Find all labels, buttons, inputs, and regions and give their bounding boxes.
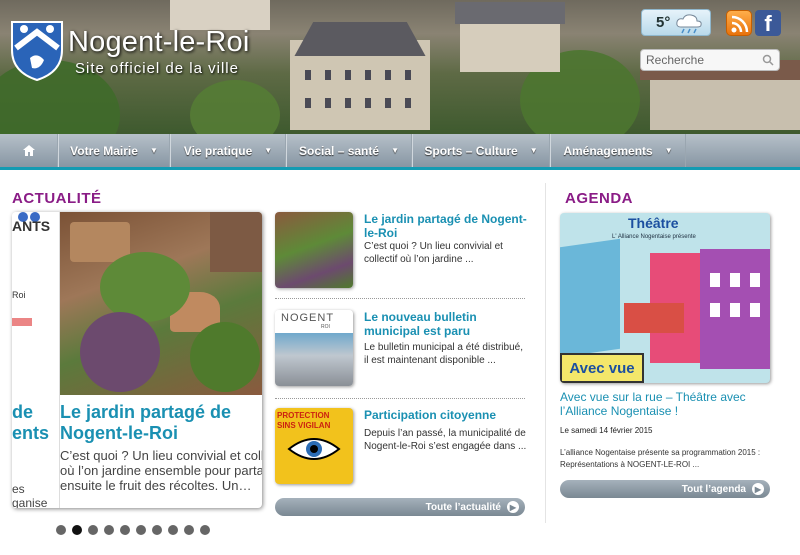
weather-widget[interactable]: 5° — [641, 9, 711, 36]
agenda-event-date: Le samedi 14 février 2015 — [560, 426, 653, 435]
slider-dot[interactable] — [120, 525, 130, 535]
eye-icon — [287, 438, 341, 460]
chevron-down-icon: ▼ — [149, 146, 158, 155]
search-icon[interactable] — [762, 54, 774, 66]
thumbnail-text: ROI — [321, 324, 330, 330]
chevron-down-icon: ▼ — [391, 146, 399, 155]
news-item[interactable]: Le jardin partagé de Nogent-le-Roi C’est… — [275, 212, 527, 292]
rss-icon — [731, 15, 749, 33]
prev-slide-text: Roi — [12, 290, 26, 300]
main-navigation: Votre Mairie ▼ Vie pratique ▼ Social – san… — [0, 134, 800, 170]
home-icon — [22, 145, 35, 156]
search-box — [640, 49, 780, 71]
facebook-icon: f — [764, 11, 772, 36]
news-title[interactable]: Participation citoyenne — [364, 408, 529, 422]
nav-item-vie-pratique[interactable]: Vie pratique ▼ — [170, 134, 286, 167]
news-slider[interactable]: ANTS Roi de ents es ganise Le jardin par… — [12, 212, 262, 508]
slider-dot[interactable] — [184, 525, 194, 535]
city-crest-logo — [11, 21, 63, 82]
nav-label: Vie pratique — [183, 143, 253, 158]
column-divider — [545, 183, 546, 523]
slide-excerpt: C’est quoi ? Un lieu convivial et colle … — [60, 448, 262, 493]
slider-dot[interactable] — [152, 525, 162, 535]
news-item[interactable]: NOGENT ROI Le nouveau bulletin municipal… — [275, 310, 525, 390]
nav-item-amenagements[interactable]: Aménagements ▼ — [550, 134, 686, 167]
nav-item-social-sante[interactable]: Social – santé ▼ — [286, 134, 412, 167]
slide-image-garden[interactable] — [60, 212, 262, 395]
poster-caption: Avec vue — [560, 353, 644, 383]
news-title[interactable]: Le jardin partagé de Nogent-le-Roi — [364, 212, 529, 240]
agenda-event-description: L’alliance Nogentaise présente sa progra… — [560, 448, 761, 469]
facebook-button[interactable]: f — [755, 10, 781, 36]
news-title[interactable]: Le nouveau bulletin municipal est paru — [364, 310, 529, 338]
nav-label: Aménagements — [563, 143, 653, 158]
poster-subtitle: L' Alliance Nogentaise présente — [612, 234, 696, 240]
slide-title[interactable]: Le jardin partagé de Nogent-le-Roi — [60, 402, 262, 444]
prev-slide-text: es — [12, 482, 25, 496]
thumbnail-text: NOGENT — [281, 312, 335, 324]
news-thumbnail-bulletin[interactable]: NOGENT ROI — [275, 310, 353, 386]
nav-label: Sports – Culture — [424, 143, 518, 158]
chevron-down-icon: ▼ — [264, 146, 273, 155]
site-header: Nogent-le-Roi Site officiel de la ville … — [0, 0, 800, 134]
slider-dot[interactable] — [56, 525, 66, 535]
rss-feed-button[interactable] — [726, 10, 752, 36]
prev-slide-text: ANTS — [12, 218, 51, 234]
prev-slide-title: de — [12, 402, 34, 422]
nav-item-sports-culture[interactable]: Sports – Culture ▼ — [412, 134, 550, 167]
nav-label: Votre Mairie — [70, 143, 138, 158]
thumbnail-text: SINS VIGILAN — [277, 421, 331, 430]
chevron-down-icon: ▼ — [529, 146, 538, 155]
news-divider — [275, 398, 525, 399]
weather-temperature: 5° — [656, 14, 671, 31]
slider-dot[interactable] — [168, 525, 178, 535]
news-thumbnail-garden[interactable] — [275, 212, 353, 288]
news-excerpt: Depuis l’an passé, la municipalité de No… — [364, 428, 527, 452]
site-subtitle: Site officiel de la ville — [75, 60, 239, 77]
all-agenda-button[interactable]: Tout l’agenda ▶ — [560, 480, 770, 498]
thumbnail-text: PROTECTION — [277, 411, 330, 420]
slider-dot[interactable] — [200, 525, 210, 535]
chevron-right-icon: ▶ — [507, 501, 519, 513]
all-agenda-label: Tout l’agenda — [681, 483, 746, 495]
search-input[interactable] — [641, 50, 759, 70]
slider-dot[interactable] — [88, 525, 98, 535]
prev-slide-title: ents — [12, 423, 50, 443]
news-item[interactable]: PROTECTION SINS VIGILAN Participation ci… — [275, 408, 526, 488]
agenda-heading: AGENDA — [565, 190, 634, 207]
site-title[interactable]: Nogent-le-Roi — [68, 26, 250, 59]
all-news-button[interactable]: Toute l’actualité ▶ — [275, 498, 525, 516]
slider-pagination — [56, 525, 210, 535]
previous-slide-peek[interactable]: ANTS Roi de ents es ganise — [12, 212, 60, 508]
cloud-rain-icon — [676, 13, 702, 33]
slider-dot[interactable] — [136, 525, 146, 535]
prev-slide-text: ganise — [12, 496, 48, 508]
agenda-event-title[interactable]: Avec vue sur la rue – Théâtre avec l’All… — [560, 390, 785, 418]
news-divider — [275, 298, 525, 299]
nav-home[interactable] — [0, 134, 58, 167]
slider-dot[interactable] — [104, 525, 114, 535]
news-excerpt: C’est quoi ? Un lieu convivial et collec… — [364, 241, 503, 265]
actualite-heading: ACTUALITÉ — [12, 190, 102, 207]
news-excerpt: Le bulletin municipal a été distribué, i… — [364, 342, 523, 366]
slider-dot[interactable] — [72, 525, 82, 535]
news-thumbnail-vigilance[interactable]: PROTECTION SINS VIGILAN — [275, 408, 353, 484]
poster-title: Théâtre — [628, 215, 679, 231]
agenda-event-poster[interactable]: Théâtre L' Alliance Nogentaise présente … — [560, 213, 770, 383]
nav-label: Social – santé — [299, 143, 380, 158]
all-news-label: Toute l’actualité — [425, 501, 501, 513]
nav-item-votre-mairie[interactable]: Votre Mairie ▼ — [58, 134, 170, 167]
chevron-down-icon: ▼ — [664, 146, 673, 155]
chevron-right-icon: ▶ — [752, 483, 764, 495]
